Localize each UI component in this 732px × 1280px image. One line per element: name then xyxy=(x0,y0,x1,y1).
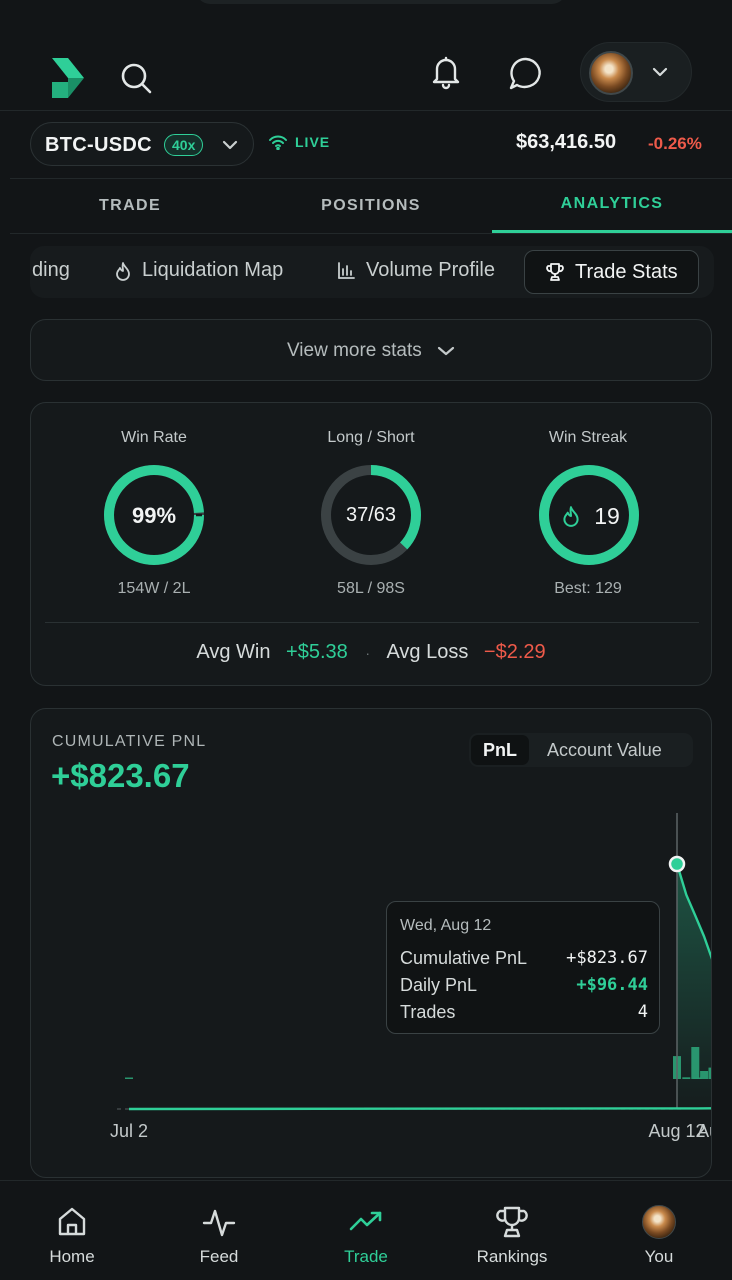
wifi-icon xyxy=(269,135,287,150)
nav-feed[interactable]: Feed xyxy=(159,1205,279,1267)
cumulative-pnl-card: Jul 2Jul 20Jul 25Jul 29Aug 1Aug 4Aug 7Au… xyxy=(30,708,712,1178)
subtab-liquidation-map[interactable]: Liquidation Map xyxy=(114,259,283,282)
bottom-navigation: Home Feed Trade Rankings You xyxy=(0,1180,732,1280)
daily-pnl-bar xyxy=(700,1071,709,1079)
chat-bubble-icon[interactable] xyxy=(506,54,546,94)
subtab-trade-stats[interactable]: Trade Stats xyxy=(524,250,699,294)
trade-stats-card: Win Rate Long / Short Win Streak 99% 37/… xyxy=(30,402,712,686)
nav-rankings[interactable]: Rankings xyxy=(452,1205,572,1267)
market-price: $63,416.50 xyxy=(516,131,617,153)
subtab-label: Liquidation Map xyxy=(142,259,284,281)
device-notch xyxy=(196,0,566,4)
activity-icon xyxy=(202,1209,236,1237)
chevron-down-icon xyxy=(222,140,238,150)
pnl-value: +$823.67 xyxy=(51,757,190,794)
market-symbol: BTC-USDC xyxy=(45,134,152,156)
main-tabs: TRADE POSITIONS ANALYTICS xyxy=(10,178,732,234)
tooltip-value: +$823.67 xyxy=(566,948,648,968)
home-icon xyxy=(58,1207,86,1236)
bell-icon[interactable] xyxy=(428,54,464,90)
nav-home[interactable]: Home xyxy=(12,1205,132,1267)
win-streak-title: Win Streak xyxy=(548,429,628,446)
live-label: LIVE xyxy=(295,134,331,150)
separator: · xyxy=(365,645,370,661)
daily-pnl-bar xyxy=(125,1077,133,1079)
x-tick-label: Aug 12 xyxy=(648,1121,705,1141)
chevron-down-icon xyxy=(437,346,455,356)
win-rate-title: Win Rate xyxy=(121,429,187,446)
win-loss-count: 154W / 2L xyxy=(117,580,191,597)
tooltip-label: Daily PnL xyxy=(400,975,478,995)
price-change: -0.26% xyxy=(648,134,702,153)
toggle-pnl[interactable]: PnL xyxy=(471,735,529,765)
live-indicator: LIVE xyxy=(268,134,330,150)
trophy-icon xyxy=(496,1206,528,1238)
active-tab-indicator xyxy=(492,230,732,233)
subtab-label: Volume Profile xyxy=(366,259,495,281)
nav-label: Home xyxy=(49,1247,95,1266)
tooltip-label: Cumulative PnL xyxy=(400,948,528,968)
daily-pnl-bar xyxy=(691,1047,700,1079)
avg-win-label: Avg Win xyxy=(196,641,271,663)
tooltip-value: 4 xyxy=(637,1002,648,1022)
tooltip-label: Trades xyxy=(400,1002,456,1022)
subtab-label: Trade Stats xyxy=(575,260,678,283)
leverage-badge: 40x xyxy=(164,134,204,156)
avg-loss-value: −$2.29 xyxy=(483,641,546,663)
trophy-icon xyxy=(546,263,564,281)
daily-pnl-bar xyxy=(708,1067,711,1079)
tab-positions[interactable]: POSITIONS xyxy=(251,197,491,215)
chart-tooltip: Wed, Aug 12 Cumulative PnL +$823.67 Dail… xyxy=(386,901,660,1034)
bar-chart-icon xyxy=(338,261,355,279)
long-short-count: 58L / 98S xyxy=(337,580,405,597)
brand-logo-icon[interactable] xyxy=(48,56,86,98)
view-more-stats-button[interactable]: View more stats xyxy=(30,319,712,381)
current-point-marker xyxy=(668,855,686,873)
flame-icon xyxy=(116,261,130,281)
tooltip-value: +$96.44 xyxy=(576,975,648,995)
nav-label: Trade xyxy=(344,1247,388,1266)
tooltip-row: Cumulative PnL +$823.67 xyxy=(400,948,648,969)
long-short-title: Long / Short xyxy=(327,429,415,446)
subtab-funding[interactable]: ding xyxy=(32,259,70,282)
avg-win-value: +$5.38 xyxy=(286,641,348,663)
chevron-down-icon xyxy=(652,67,668,77)
nav-label: Feed xyxy=(199,1247,239,1266)
avg-win-loss-row: Avg Win +$5.38 · Avg Loss −$2.29 xyxy=(31,641,711,664)
avatar xyxy=(589,51,633,95)
account-menu[interactable] xyxy=(580,42,692,102)
pnl-caption: CUMULATIVE PNL xyxy=(52,733,207,750)
analytics-subtabs: ding Liquidation Map Volume Profile Trad… xyxy=(30,246,714,298)
header-divider xyxy=(0,110,732,111)
tab-analytics[interactable]: ANALYTICS xyxy=(492,195,732,213)
win-rate-value: 99% xyxy=(131,503,177,528)
market-selector[interactable]: BTC-USDC 40x xyxy=(30,122,254,166)
stats-divider xyxy=(45,622,699,623)
nav-trade[interactable]: Trade xyxy=(306,1205,426,1267)
x-tick-label: Jul 2 xyxy=(110,1121,148,1141)
best-streak: Best: 129 xyxy=(554,580,622,597)
chart-mode-toggle: PnL Account Value xyxy=(469,733,693,767)
daily-pnl-bar xyxy=(682,1077,691,1079)
tooltip-row: Trades 4 xyxy=(400,1002,648,1023)
subtab-label: ding xyxy=(32,259,70,281)
avg-loss-label: Avg Loss xyxy=(386,641,469,663)
win-streak-value: 19 xyxy=(594,503,620,529)
trending-up-icon xyxy=(349,1211,382,1231)
nav-you[interactable]: You xyxy=(599,1205,719,1267)
toggle-account-value[interactable]: Account Value xyxy=(547,740,662,761)
search-icon[interactable] xyxy=(118,60,154,96)
tooltip-date: Wed, Aug 12 xyxy=(400,917,492,934)
view-more-label: View more stats xyxy=(31,340,711,362)
subtab-volume-profile[interactable]: Volume Profile xyxy=(336,259,495,282)
nav-label: Rankings xyxy=(476,1247,548,1266)
tooltip-row: Daily PnL +$96.44 xyxy=(400,975,648,996)
long-short-value: 37/63 xyxy=(345,504,397,526)
tab-trade[interactable]: TRADE xyxy=(10,197,250,215)
avatar xyxy=(642,1205,676,1239)
nav-label: You xyxy=(644,1247,674,1266)
